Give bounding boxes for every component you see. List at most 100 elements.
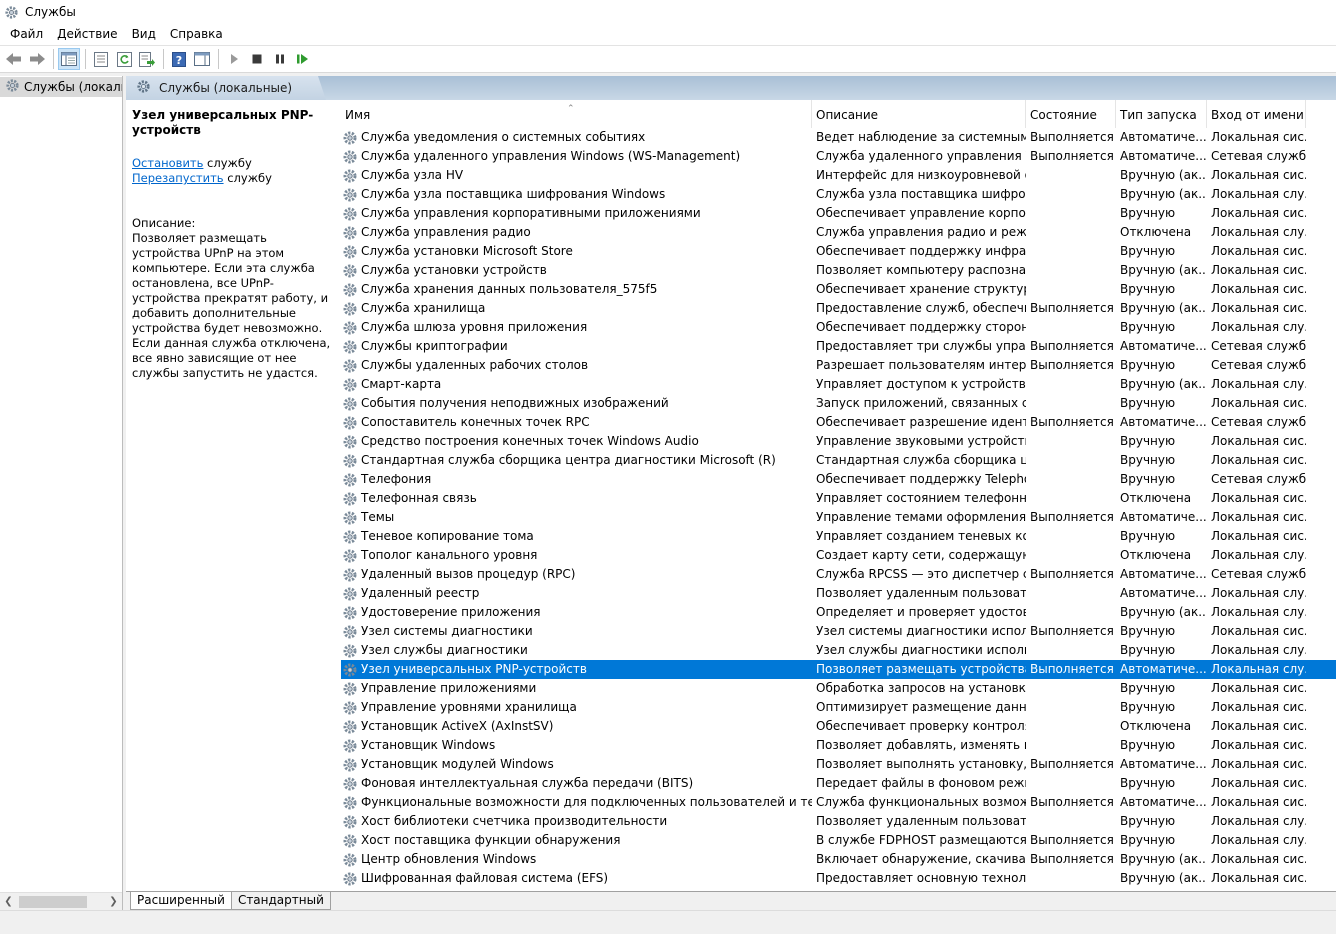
table-row[interactable]: Управление уровнями хранилища Оптимизируе… xyxy=(341,698,1336,717)
row-log-on-as: Локальная слу... xyxy=(1211,320,1306,334)
column-header-startup-type[interactable]: Тип запуска xyxy=(1116,100,1207,128)
row-description: Запуск приложений, связанных с с... xyxy=(816,396,1026,410)
back-arrow-icon[interactable] xyxy=(3,48,25,70)
restart-link-suffix: службу xyxy=(223,171,272,185)
column-header-log-on-as[interactable]: Вход от имени xyxy=(1207,100,1306,128)
service-gear-icon xyxy=(342,168,358,184)
row-description: Предоставление служб, обеспечи... xyxy=(816,301,1026,315)
table-row[interactable]: Темы Управление темами оформления. Выполня… xyxy=(341,508,1336,527)
table-row[interactable]: Теневое копирование тома Управляет создан… xyxy=(341,527,1336,546)
table-row[interactable]: Телефония Обеспечивает поддержку Telephon… xyxy=(341,470,1336,489)
row-startup-type: Вручную (ак... xyxy=(1120,605,1207,619)
table-row[interactable]: Удаленный вызов процедур (RPC) Служба RPC… xyxy=(341,565,1336,584)
menu-file[interactable]: Файл xyxy=(3,24,50,45)
start-service-icon[interactable] xyxy=(223,48,245,70)
row-description: Ведет наблюдение за системными ... xyxy=(816,130,1026,144)
show-action-pane-icon[interactable] xyxy=(191,48,213,70)
table-row[interactable]: Узел универсальных PNP-устройств Позволяе… xyxy=(341,660,1336,679)
row-startup-type: Вручную xyxy=(1120,643,1176,657)
row-description: Служба функциональных возмож... xyxy=(816,795,1026,809)
table-row[interactable]: Фоновая интеллектуальная служба передачи… xyxy=(341,774,1336,793)
export-list-icon[interactable] xyxy=(136,48,158,70)
row-description: Служба узла поставщика шифров... xyxy=(816,187,1026,201)
table-row[interactable]: События получения неподвижных изображени… xyxy=(341,394,1336,413)
pause-service-icon[interactable] xyxy=(269,48,291,70)
table-row[interactable]: Служба хранилища Предоставление служб, об… xyxy=(341,299,1336,318)
tab-extended[interactable]: Расширенный xyxy=(130,892,232,910)
table-row[interactable]: Служба установки устройств Позволяет комп… xyxy=(341,261,1336,280)
row-status: Выполняется xyxy=(1030,852,1114,866)
table-row[interactable]: Узел службы диагностики Узел службы диагн… xyxy=(341,641,1336,660)
restart-service-link[interactable]: Перезапустить xyxy=(132,171,224,185)
tab-standard[interactable]: Стандартный xyxy=(230,892,331,910)
service-gear-icon xyxy=(342,624,358,640)
table-row[interactable]: Служба управления радио Служба управления… xyxy=(341,223,1336,242)
table-row[interactable]: Установщик ActiveX (AxInstSV) Обеспечивае… xyxy=(341,717,1336,736)
table-row[interactable]: Сопоставитель конечных точек RPC Обеспечи… xyxy=(341,413,1336,432)
tree-item-services-local[interactable]: Службы (локальные) xyxy=(0,77,122,97)
window-title: Службы xyxy=(25,5,76,19)
row-description: Стандартная служба сборщика це... xyxy=(816,453,1026,467)
table-row[interactable]: Служба шлюза уровня приложения Обеспечива… xyxy=(341,318,1336,337)
menu-action[interactable]: Действие xyxy=(50,24,124,45)
help-icon[interactable]: ? xyxy=(168,48,190,70)
stop-service-icon[interactable] xyxy=(246,48,268,70)
row-name-cell: Установщик Windows xyxy=(341,736,812,755)
table-row[interactable]: Служба установки Microsoft Store Обеспечи… xyxy=(341,242,1336,261)
table-row[interactable]: Тополог канального уровня Создает карту с… xyxy=(341,546,1336,565)
restart-service-icon[interactable] xyxy=(292,48,314,70)
row-description: Служба управления радио и режи... xyxy=(816,225,1026,239)
tree-horizontal-scrollbar[interactable]: ❮ ❯ xyxy=(0,892,122,910)
table-row[interactable]: Центр обновления Windows Включает обнаруж… xyxy=(341,850,1336,869)
table-row[interactable]: Установщик модулей Windows Позволяет выпо… xyxy=(341,755,1336,774)
service-gear-icon xyxy=(342,339,358,355)
table-row[interactable]: Узел системы диагностики Узел системы диа… xyxy=(341,622,1336,641)
table-row[interactable]: Служба уведомления о системных событиях В… xyxy=(341,128,1336,147)
table-row[interactable]: Служба управления корпоративными приложе… xyxy=(341,204,1336,223)
row-name-cell: Темы xyxy=(341,508,812,527)
table-row[interactable]: Стандартная служба сборщика центра диагн… xyxy=(341,451,1336,470)
row-startup-type: Отключена xyxy=(1120,548,1192,562)
table-row[interactable]: Установщик Windows Позволяет добавлять, и… xyxy=(341,736,1336,755)
row-name: Установщик Windows xyxy=(361,738,496,752)
table-row[interactable]: Телефонная связь Управляет состоянием тел… xyxy=(341,489,1336,508)
row-log-on-as: Локальная слу... xyxy=(1211,605,1306,619)
table-row[interactable]: Смарт-карта Управляет доступом к устройст… xyxy=(341,375,1336,394)
show-tree-icon[interactable] xyxy=(58,48,80,70)
main-pane: Службы (локальные) Узел универсальных PN… xyxy=(126,76,1336,891)
services-gear-icon xyxy=(4,5,19,20)
table-row[interactable]: Шифрованная файловая система (EFS) Предос… xyxy=(341,869,1336,888)
forward-arrow-icon[interactable] xyxy=(26,48,48,70)
refresh-icon[interactable] xyxy=(113,48,135,70)
table-row[interactable]: Служба узла HV Интерфейс для низкоуровнев… xyxy=(341,166,1336,185)
table-row[interactable]: Служба узла поставщика шифрования Window… xyxy=(341,185,1336,204)
row-description: Обеспечивает разрешение иденти... xyxy=(816,415,1026,429)
scroll-track[interactable] xyxy=(17,895,105,909)
scroll-left-icon[interactable]: ❮ xyxy=(0,896,17,907)
row-log-on-as: Локальная сис... xyxy=(1211,491,1306,505)
table-row[interactable]: Хост библиотеки счетчика производительно… xyxy=(341,812,1336,831)
scroll-right-icon[interactable]: ❯ xyxy=(105,896,122,907)
column-header-status[interactable]: Состояние xyxy=(1026,100,1116,128)
menu-help[interactable]: Справка xyxy=(163,24,230,45)
table-row[interactable]: Функциональные возможности для подключен… xyxy=(341,793,1336,812)
table-row[interactable]: Службы удаленных рабочих столов Разрешает… xyxy=(341,356,1336,375)
table-row[interactable]: Служба хранения данных пользователя_575f… xyxy=(341,280,1336,299)
table-row[interactable]: Управление приложениями Обработка запросо… xyxy=(341,679,1336,698)
table-row[interactable]: Удаленный реестр Позволяет удаленным поль… xyxy=(341,584,1336,603)
table-row[interactable]: Хост поставщика функции обнаружения В слу… xyxy=(341,831,1336,850)
properties-icon[interactable] xyxy=(90,48,112,70)
table-row[interactable]: Служба удаленного управления Windows (WS… xyxy=(341,147,1336,166)
column-header-description[interactable]: Описание xyxy=(812,100,1026,128)
service-gear-icon xyxy=(342,282,358,298)
column-header-name[interactable]: Имя ⌃ xyxy=(341,100,812,128)
table-row[interactable]: Удостоверение приложения Определяет и про… xyxy=(341,603,1336,622)
stop-service-link[interactable]: Остановить xyxy=(132,156,203,170)
menu-view[interactable]: Вид xyxy=(125,24,163,45)
row-log-on-as: Локальная слу... xyxy=(1211,586,1306,600)
table-row[interactable]: Службы криптографии Предоставляет три слу… xyxy=(341,337,1336,356)
table-row[interactable]: Средство построения конечных точек Windo… xyxy=(341,432,1336,451)
row-name-cell: Службы криптографии xyxy=(341,337,812,356)
scroll-thumb[interactable] xyxy=(19,895,87,908)
row-name-cell: Служба управления радио xyxy=(341,223,812,242)
